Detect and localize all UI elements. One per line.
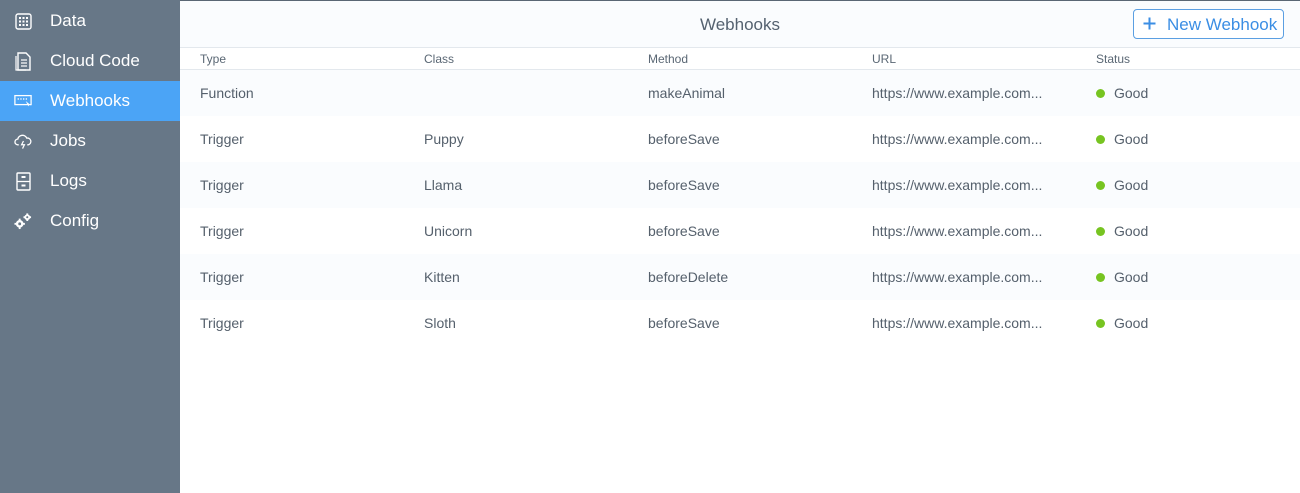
cell-status: Good bbox=[1114, 223, 1149, 239]
gears-icon bbox=[14, 212, 32, 230]
status-dot bbox=[1096, 89, 1105, 98]
status-dot bbox=[1096, 135, 1105, 144]
cell-class: Puppy bbox=[424, 131, 464, 147]
column-header-class: Class bbox=[424, 52, 455, 66]
sidebar-item-label: Config bbox=[50, 211, 100, 230]
cell-method: beforeSave bbox=[648, 315, 720, 331]
cell-type: Trigger bbox=[200, 315, 244, 331]
sidebar-item-webhooks[interactable]: Webhooks bbox=[0, 81, 180, 121]
status-dot bbox=[1096, 227, 1105, 236]
cell-status: Good bbox=[1114, 131, 1149, 147]
cell-url: https://www.example.com... bbox=[872, 85, 1043, 101]
new-webhook-button[interactable]: New Webhook bbox=[1133, 9, 1284, 39]
sidebar-item-config[interactable]: Config bbox=[0, 201, 180, 241]
cell-type: Trigger bbox=[200, 131, 244, 147]
sidebar-item-label: Webhooks bbox=[50, 91, 131, 110]
column-header-url: URL bbox=[872, 52, 897, 66]
sidebar-item-cloud-code[interactable]: Cloud Code bbox=[0, 41, 180, 81]
table-row[interactable]: Trigger Llama beforeSave https://www.exa… bbox=[180, 162, 1300, 208]
table-row[interactable]: Trigger Sloth beforeSave https://www.exa… bbox=[180, 300, 1300, 346]
cloud-icon bbox=[14, 132, 32, 150]
cell-url: https://www.example.com... bbox=[872, 315, 1043, 331]
column-header-status: Status bbox=[1096, 52, 1131, 66]
sidebar-item-label: Jobs bbox=[50, 131, 86, 150]
sidebar-item-label: Data bbox=[50, 11, 86, 30]
sidebar-item-label: Logs bbox=[50, 171, 87, 190]
status-dot bbox=[1096, 273, 1105, 282]
table-row[interactable]: Function makeAnimal https://www.example.… bbox=[180, 70, 1300, 116]
cell-type: Function bbox=[200, 85, 254, 101]
cell-class: Kitten bbox=[424, 269, 460, 285]
sidebar-item-data[interactable]: Data bbox=[0, 1, 180, 41]
plus-icon bbox=[1142, 16, 1157, 31]
table-header: Type Class Method URL Status bbox=[180, 48, 1300, 70]
cell-url: https://www.example.com... bbox=[872, 269, 1043, 285]
cell-url: https://www.example.com... bbox=[872, 223, 1043, 239]
table-row[interactable]: Trigger Puppy beforeSave https://www.exa… bbox=[180, 116, 1300, 162]
cell-method: beforeSave bbox=[648, 131, 720, 147]
cell-status: Good bbox=[1114, 85, 1149, 101]
cell-method: beforeDelete bbox=[648, 269, 729, 285]
page-title: Webhooks bbox=[699, 15, 780, 34]
cell-url: https://www.example.com... bbox=[872, 177, 1043, 193]
cell-status: Good bbox=[1114, 315, 1149, 331]
cell-status: Good bbox=[1114, 269, 1149, 285]
cell-type: Trigger bbox=[200, 269, 244, 285]
status-dot bbox=[1096, 181, 1105, 190]
document-icon bbox=[14, 51, 32, 71]
cell-type: Trigger bbox=[200, 177, 244, 193]
webhook-icon bbox=[14, 92, 32, 110]
cabinet-icon bbox=[14, 171, 32, 191]
sidebar-item-jobs[interactable]: Jobs bbox=[0, 121, 180, 161]
new-webhook-label: New Webhook bbox=[1167, 15, 1278, 34]
column-header-type: Type bbox=[200, 52, 227, 66]
sidebar-item-label: Cloud Code bbox=[50, 51, 140, 70]
grid-icon bbox=[14, 12, 32, 30]
cell-method: beforeSave bbox=[648, 177, 720, 193]
sidebar-item-logs[interactable]: Logs bbox=[0, 161, 180, 201]
table-row[interactable]: Trigger Kitten beforeDelete https://www.… bbox=[180, 254, 1300, 300]
cell-status: Good bbox=[1114, 177, 1149, 193]
column-header-method: Method bbox=[648, 52, 689, 66]
sidebar: Data Cloud Code Webhooks Jobs Logs Confi… bbox=[0, 0, 180, 493]
toolbar: Webhooks New Webhook bbox=[180, 1, 1300, 48]
cell-method: beforeSave bbox=[648, 223, 720, 239]
main-content: Webhooks New Webhook Type Class Method U… bbox=[180, 0, 1300, 493]
cell-type: Trigger bbox=[200, 223, 244, 239]
cell-url: https://www.example.com... bbox=[872, 131, 1043, 147]
cell-class: Sloth bbox=[424, 315, 456, 331]
cell-class: Llama bbox=[424, 177, 463, 193]
table-row[interactable]: Trigger Unicorn beforeSave https://www.e… bbox=[180, 208, 1300, 254]
cell-method: makeAnimal bbox=[648, 85, 726, 101]
status-dot bbox=[1096, 319, 1105, 328]
cell-class: Unicorn bbox=[424, 223, 473, 239]
